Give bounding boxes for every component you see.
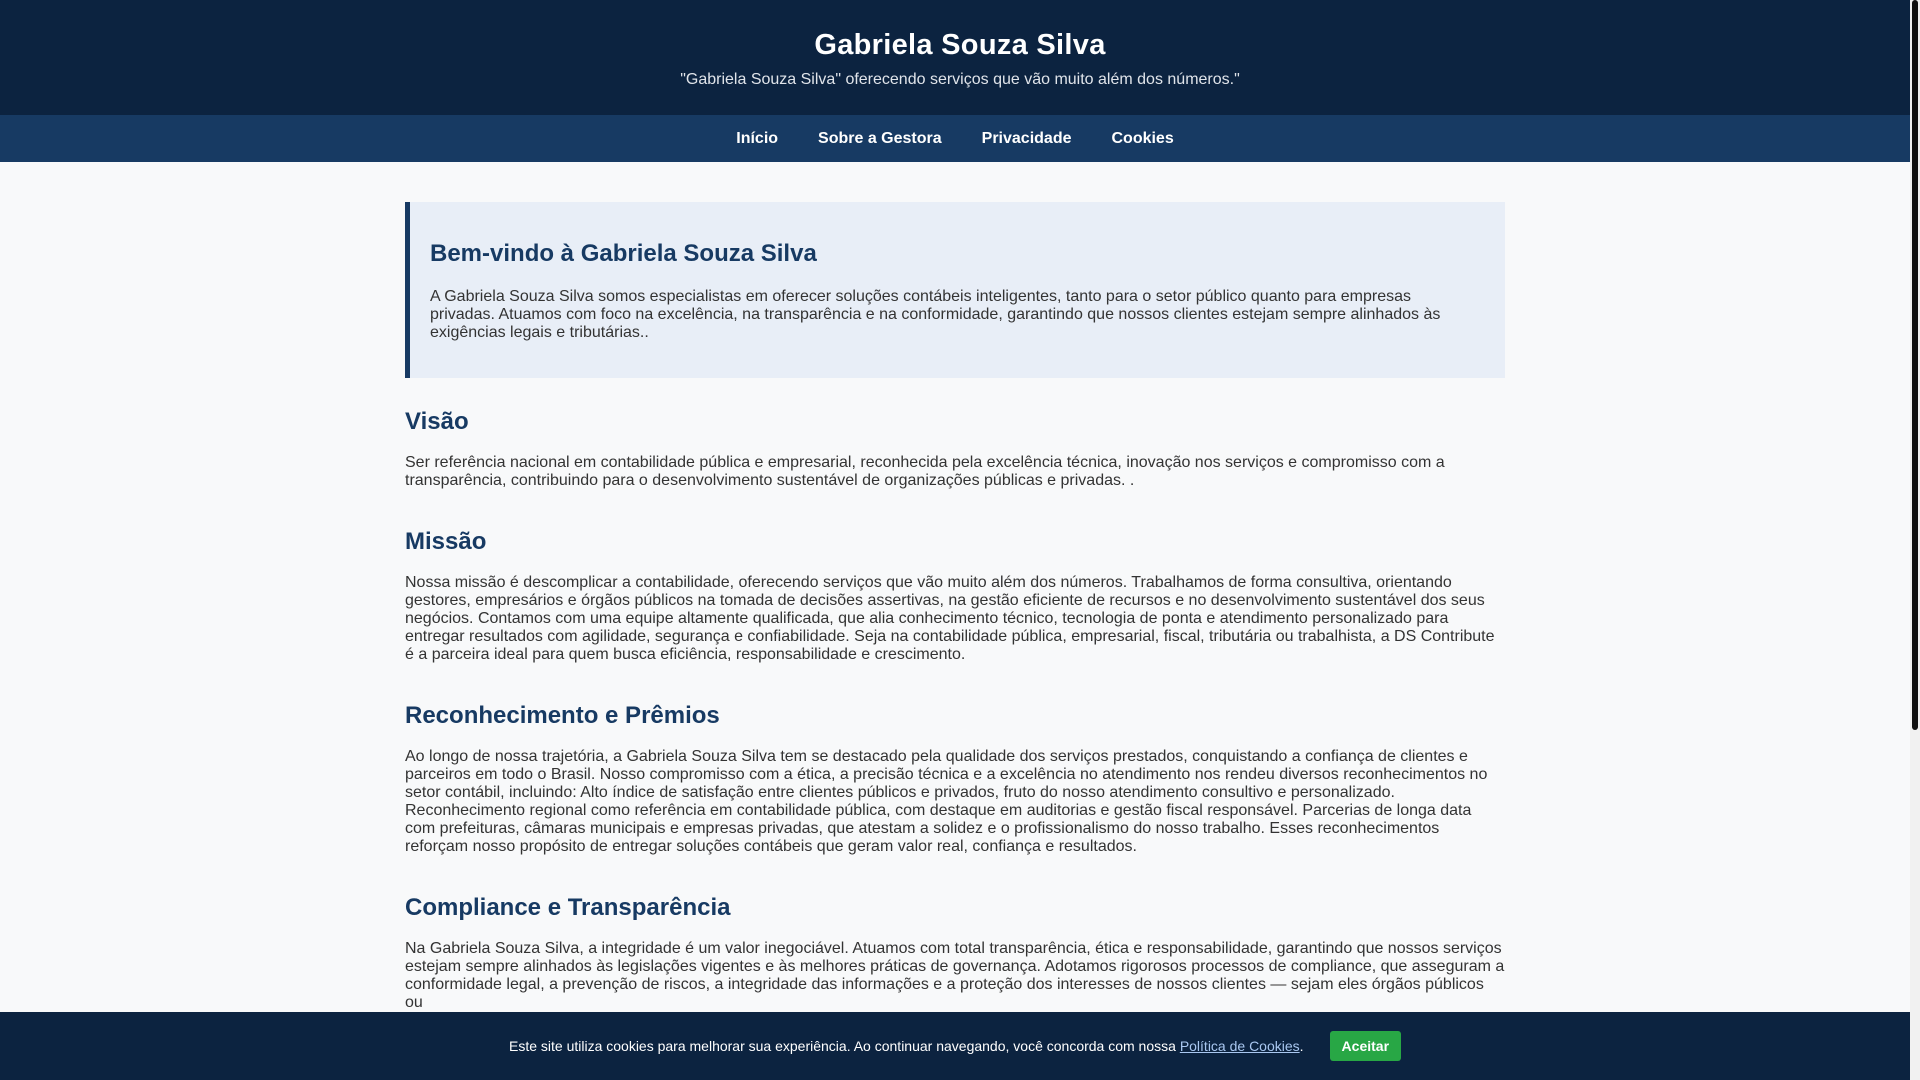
nav-item-sobre-a-gestora[interactable]: Sobre a Gestora [818,130,942,148]
site-tagline: "Gabriela Souza Silva" oferecendo serviç… [680,71,1240,88]
welcome-box: Bem-vindo à Gabriela Souza Silva A Gabri… [405,202,1505,378]
section-text: Ser referência nacional em contabilidade… [405,454,1445,489]
main-nav: Início Sobre a Gestora Privacidade Cooki… [0,115,1920,162]
section-missao: Missão Nossa missão é descomplicar a con… [405,528,1505,664]
welcome-title: Bem-vindo à Gabriela Souza Silva [430,240,817,267]
cookie-banner: Este site utiliza cookies para melhorar … [0,1012,1910,1080]
section-reconhecimento: Reconhecimento e Prêmios Ao longo de nos… [405,702,1505,856]
nav-item-cookies[interactable]: Cookies [1111,130,1173,148]
welcome-text: A Gabriela Souza Silva somos especialist… [430,288,1441,341]
cookie-text: Este site utiliza cookies para melhorar … [508,1038,1176,1054]
section-title: Visão [405,408,469,435]
cookie-policy-link[interactable]: Política de Cookies [1180,1038,1300,1054]
section-text: Ao longo de nossa trajetória, a Gabriela… [405,748,1488,855]
section-text: Nossa missão é descomplicar a contabilid… [405,574,1495,663]
site-title: Gabriela Souza Silva [814,29,1106,61]
page-scrollbar[interactable] [1910,0,1920,1080]
nav-item-inicio[interactable]: Início [736,130,778,148]
section-title: Missão [405,528,487,555]
accept-cookies-button[interactable]: Aceitar [1329,1031,1402,1061]
section-text: Na Gabriela Souza Silva, a integridade é… [405,940,1505,1011]
section-visao: Visão Ser referência nacional em contabi… [405,408,1505,490]
main-content: Bem-vindo à Gabriela Souza Silva A Gabri… [405,162,1505,1012]
site-header: Gabriela Souza Silva "Gabriela Souza Sil… [0,0,1920,115]
scrollbar-thumb[interactable] [1912,0,1918,730]
nav-item-privacidade[interactable]: Privacidade [982,130,1072,148]
section-compliance: Compliance e Transparência Na Gabriela S… [405,894,1505,1012]
section-title: Compliance e Transparência [405,894,731,921]
cookie-period: . [1299,1038,1304,1054]
section-title: Reconhecimento e Prêmios [405,702,720,729]
